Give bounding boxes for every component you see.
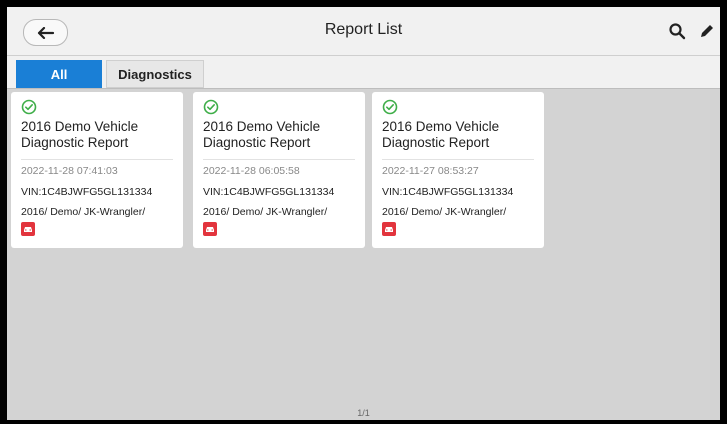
pencil-icon xyxy=(701,25,713,37)
report-vin: VIN:1C4BJWFG5GL131334 xyxy=(21,186,153,198)
report-vin: VIN:1C4BJWFG5GL131334 xyxy=(382,186,514,198)
report-vehicle-path: 2016/ Demo/ JK-Wrangler/ xyxy=(21,206,146,218)
report-card[interactable]: 2016 Demo Vehicle Diagnostic Report 2022… xyxy=(11,92,183,248)
car-icon xyxy=(21,222,35,236)
tab-all[interactable]: All xyxy=(16,60,102,88)
check-circle-icon xyxy=(21,99,37,115)
report-title: 2016 Demo Vehicle Diagnostic Report xyxy=(382,119,500,150)
divider xyxy=(382,159,534,160)
divider xyxy=(21,159,173,160)
car-icon xyxy=(203,222,217,236)
search-icon xyxy=(669,23,686,40)
edit-button[interactable] xyxy=(696,20,718,42)
report-date: 2022-11-27 08:53:27 xyxy=(382,165,479,177)
report-title: 2016 Demo Vehicle Diagnostic Report xyxy=(21,119,139,150)
tab-bar: All Diagnostics xyxy=(7,56,720,89)
search-button[interactable] xyxy=(666,20,688,42)
check-circle-icon xyxy=(382,99,398,115)
report-vehicle-path: 2016/ Demo/ JK-Wrangler/ xyxy=(382,206,507,218)
report-vehicle-path: 2016/ Demo/ JK-Wrangler/ xyxy=(203,206,328,218)
page-title: Report List xyxy=(324,21,403,38)
report-date: 2022-11-28 07:41:03 xyxy=(21,165,118,177)
report-card[interactable]: 2016 Demo Vehicle Diagnostic Report 2022… xyxy=(372,92,544,248)
screen: Report List All Diagnostics 2016 Demo Ve… xyxy=(7,7,720,420)
car-icon xyxy=(382,222,396,236)
header-bar: Report List xyxy=(7,7,720,56)
page-indicator: 1/1 xyxy=(357,408,370,418)
report-vin: VIN:1C4BJWFG5GL131334 xyxy=(203,186,335,198)
check-circle-icon xyxy=(203,99,219,115)
divider xyxy=(203,159,355,160)
report-title: 2016 Demo Vehicle Diagnostic Report xyxy=(203,119,321,150)
report-date: 2022-11-28 06:05:58 xyxy=(203,165,300,177)
report-card[interactable]: 2016 Demo Vehicle Diagnostic Report 2022… xyxy=(193,92,365,248)
device-frame: Report List All Diagnostics 2016 Demo Ve… xyxy=(0,0,727,424)
tab-diagnostics[interactable]: Diagnostics xyxy=(106,60,204,88)
